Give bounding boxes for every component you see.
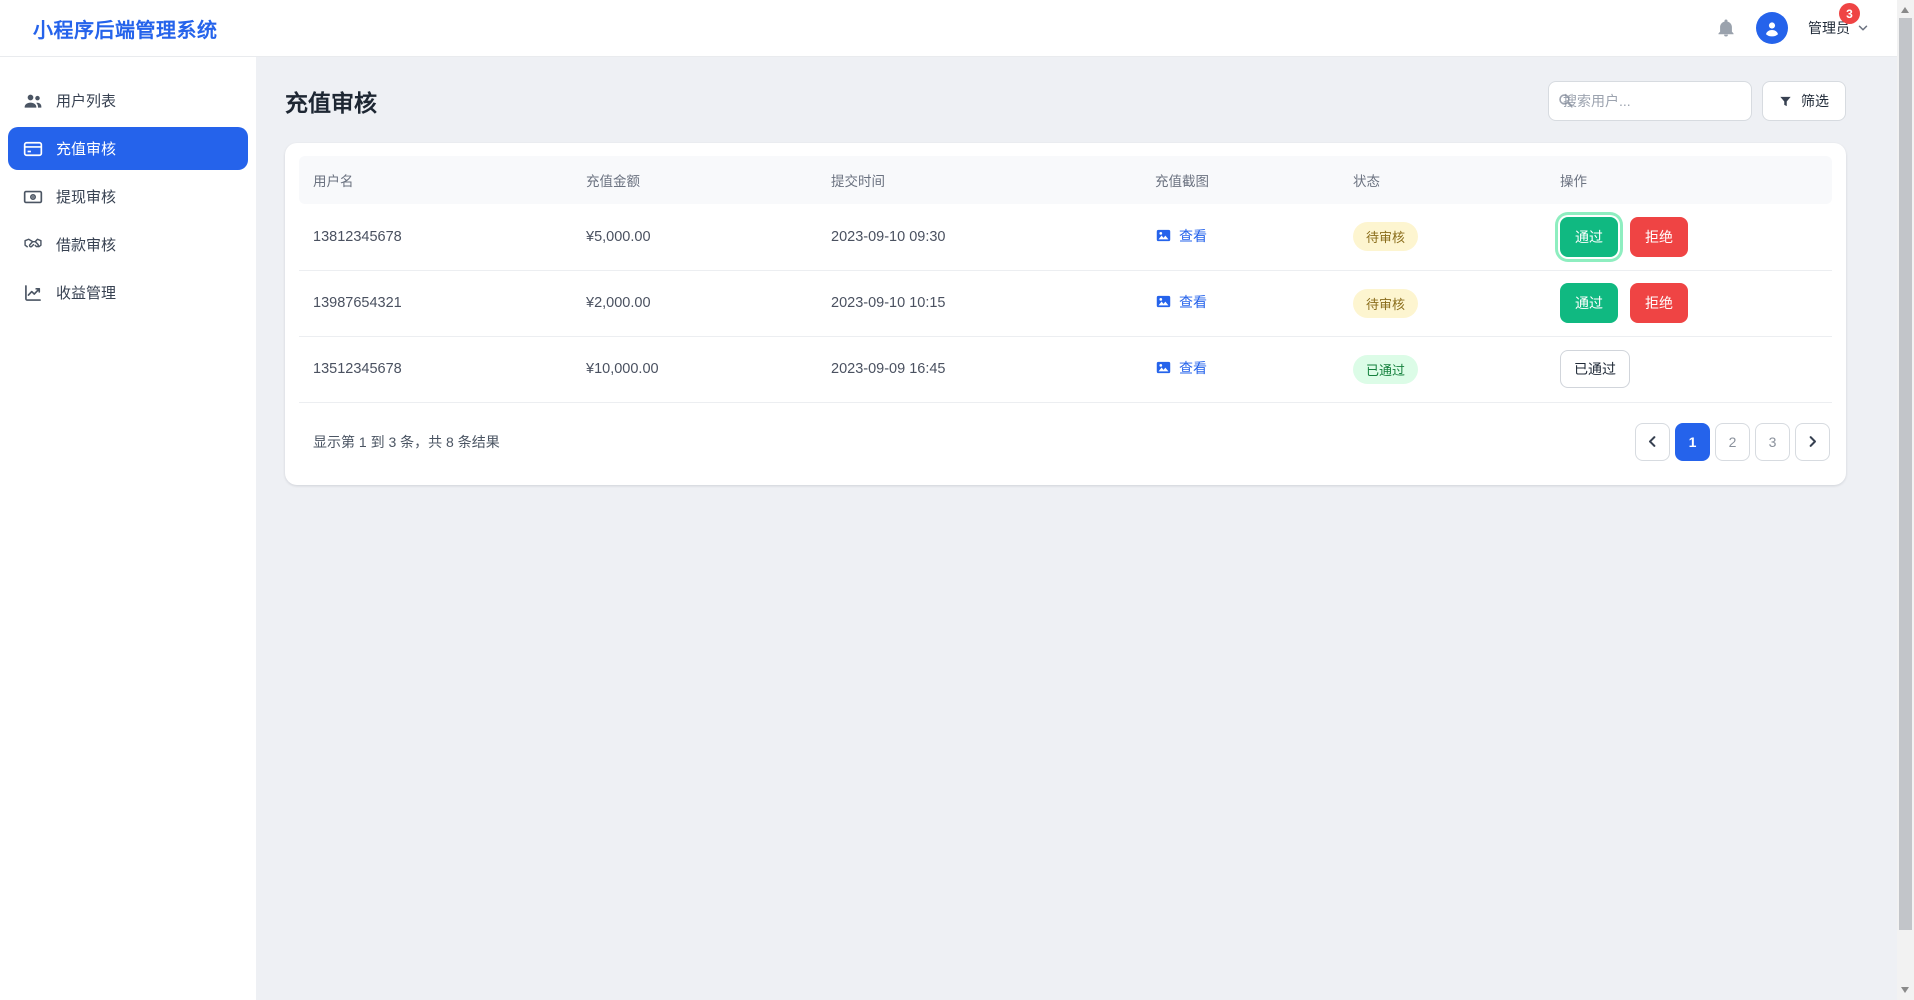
col-action: 操作 <box>1546 156 1832 204</box>
results-summary: 显示第 1 到 3 条，共 8 条结果 <box>299 432 500 452</box>
col-username: 用户名 <box>299 156 572 204</box>
main-header: 充值审核 筛选 <box>285 81 1846 121</box>
table-row: 13987654321 ¥2,000.00 2023-09-10 10:15 查… <box>299 270 1832 336</box>
screenshot-cell: 查看 <box>1141 336 1339 402</box>
time-cell: 2023-09-10 10:15 <box>817 270 1141 336</box>
sidebar-item-label: 用户列表 <box>56 90 116 111</box>
review-table-card: 用户名 充值金额 提交时间 充值截图 状态 操作 13812345678 ¥5,… <box>285 143 1846 485</box>
approve-button[interactable]: 通过 <box>1560 217 1618 257</box>
sidebar-item-label: 充值审核 <box>56 138 116 159</box>
status-badge: 待审核 <box>1353 222 1418 251</box>
scrollbar-thumb[interactable] <box>1899 18 1912 930</box>
table-row: 13812345678 ¥5,000.00 2023-09-10 09:30 查… <box>299 204 1832 270</box>
reject-button[interactable]: 拒绝 <box>1630 283 1688 323</box>
view-label: 查看 <box>1179 292 1207 312</box>
page-title: 充值审核 <box>285 84 377 118</box>
approved-disabled-button: 已通过 <box>1560 350 1630 388</box>
view-screenshot-link[interactable]: 查看 <box>1155 358 1207 378</box>
table-row: 13512345678 ¥10,000.00 2023-09-09 16:45 … <box>299 336 1832 402</box>
prev-page-button[interactable] <box>1635 423 1670 461</box>
sidebar-item-recharge-review[interactable]: 充值审核 <box>8 127 248 170</box>
sidebar-item-label: 提现审核 <box>56 186 116 207</box>
money-bill-icon <box>23 187 43 207</box>
status-cell: 待审核 <box>1339 270 1546 336</box>
view-label: 查看 <box>1179 226 1207 246</box>
vertical-scrollbar <box>1897 0 1914 1000</box>
amount-cell: ¥2,000.00 <box>572 270 817 336</box>
header-controls: 筛选 <box>1548 81 1846 121</box>
col-status: 状态 <box>1339 156 1546 204</box>
filter-label: 筛选 <box>1801 91 1829 111</box>
sidebar-item-label: 借款审核 <box>56 234 116 255</box>
approve-button[interactable]: 通过 <box>1560 283 1618 323</box>
filter-icon <box>1779 95 1792 108</box>
sidebar-item-label: 收益管理 <box>56 282 116 303</box>
reject-button[interactable]: 拒绝 <box>1630 217 1688 257</box>
sidebar-item-loan-review[interactable]: 借款审核 <box>8 223 248 266</box>
app-title: 小程序后端管理系统 <box>33 14 218 43</box>
admin-menu[interactable]: 管理员 <box>1808 18 1870 38</box>
page-button-1[interactable]: 1 <box>1675 423 1710 461</box>
action-cell: 已通过 <box>1546 336 1832 402</box>
screenshot-cell: 查看 <box>1141 204 1339 270</box>
image-icon <box>1155 293 1172 310</box>
search-input[interactable] <box>1548 81 1752 121</box>
handshake-icon <box>23 235 43 255</box>
amount-cell: ¥5,000.00 <box>572 204 817 270</box>
time-cell: 2023-09-09 16:45 <box>817 336 1141 402</box>
avatar[interactable] <box>1756 12 1788 44</box>
col-amount: 充值金额 <box>572 156 817 204</box>
status-badge: 待审核 <box>1353 289 1418 318</box>
pagination: 1 2 3 <box>1635 423 1832 461</box>
image-icon <box>1155 359 1172 376</box>
action-cell: 通过 拒绝 <box>1546 270 1832 336</box>
col-screenshot: 充值截图 <box>1141 156 1339 204</box>
scroll-up-arrow[interactable] <box>1901 7 1909 13</box>
search-box <box>1548 81 1752 121</box>
credit-card-icon <box>23 139 43 159</box>
action-cell: 通过 拒绝 <box>1546 204 1832 270</box>
page-button-2[interactable]: 2 <box>1715 423 1750 461</box>
user-icon <box>1762 18 1782 38</box>
chevron-down-icon <box>1856 21 1870 35</box>
table-header-row: 用户名 充值金额 提交时间 充值截图 状态 操作 <box>299 156 1832 204</box>
status-badge: 已通过 <box>1353 355 1418 384</box>
time-cell: 2023-09-10 09:30 <box>817 204 1141 270</box>
next-page-button[interactable] <box>1795 423 1830 461</box>
scroll-down-arrow[interactable] <box>1901 987 1909 993</box>
users-icon <box>23 91 43 111</box>
amount-cell: ¥10,000.00 <box>572 336 817 402</box>
table-footer: 显示第 1 到 3 条，共 8 条结果 1 2 3 <box>299 403 1832 485</box>
notification-badge[interactable]: 3 <box>1839 3 1860 24</box>
view-screenshot-link[interactable]: 查看 <box>1155 292 1207 312</box>
page-button-3[interactable]: 3 <box>1755 423 1790 461</box>
chevron-right-icon <box>1805 434 1820 449</box>
username-cell: 13512345678 <box>299 336 572 402</box>
chevron-left-icon <box>1645 434 1660 449</box>
filter-button[interactable]: 筛选 <box>1762 81 1846 121</box>
main-content: 充值审核 筛选 用户名 充值金额 提交时间 <box>256 57 1880 485</box>
sidebar-item-users[interactable]: 用户列表 <box>8 79 248 122</box>
status-cell: 已通过 <box>1339 336 1546 402</box>
username-cell: 13987654321 <box>299 270 572 336</box>
bell-icon[interactable] <box>1716 18 1736 38</box>
username-cell: 13812345678 <box>299 204 572 270</box>
view-label: 查看 <box>1179 358 1207 378</box>
image-icon <box>1155 227 1172 244</box>
view-screenshot-link[interactable]: 查看 <box>1155 226 1207 246</box>
top-bar: 小程序后端管理系统 管理员 3 <box>0 0 1914 57</box>
sidebar-item-withdraw-review[interactable]: 提现审核 <box>8 175 248 218</box>
sidebar-item-earnings[interactable]: 收益管理 <box>8 271 248 314</box>
status-cell: 待审核 <box>1339 204 1546 270</box>
chart-line-icon <box>23 283 43 303</box>
screenshot-cell: 查看 <box>1141 270 1339 336</box>
recharge-table: 用户名 充值金额 提交时间 充值截图 状态 操作 13812345678 ¥5,… <box>299 156 1832 403</box>
sidebar: 用户列表 充值审核 提现审核 借款审核 收益管理 <box>0 57 256 1000</box>
col-time: 提交时间 <box>817 156 1141 204</box>
